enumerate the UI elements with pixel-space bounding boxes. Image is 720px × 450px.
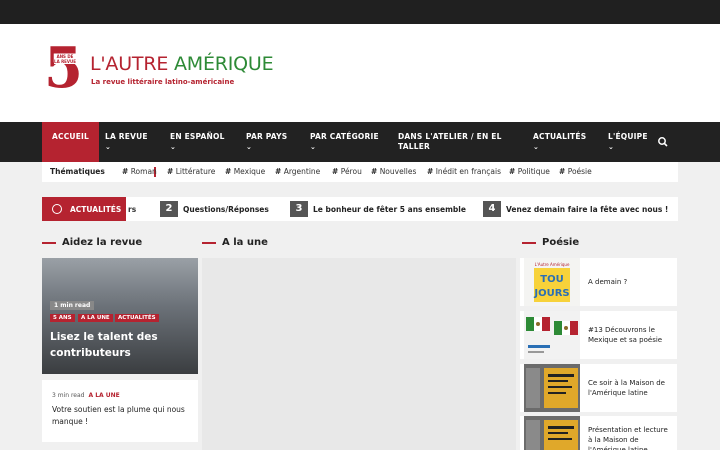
nav-item-la-revue[interactable]: LA REVUE ⌄	[105, 122, 148, 162]
chevron-down-icon: ⌄	[608, 143, 615, 151]
tag-roman[interactable]: # Roman	[122, 167, 157, 176]
logo-badge: ANS DE LA REVUE	[54, 54, 76, 64]
site-logo[interactable]: 5 ANS DE LA REVUE L'AUTRE AMÉRIQUE La re…	[44, 35, 274, 102]
svg-text:JOURS: JOURS	[533, 288, 569, 299]
top-bar	[0, 0, 720, 24]
ticker-item[interactable]: Questions/Réponses	[183, 205, 269, 214]
ticker-item[interactable]: Venez demain faire la fête avec nous !	[506, 205, 668, 214]
logo-title-part1: L'AUTRE	[90, 53, 174, 75]
section-marker	[42, 242, 56, 244]
poesie-item[interactable]: #13 Découvrons le Mexique et sa poésie	[520, 311, 677, 359]
poesie-thumbnail	[524, 311, 580, 359]
logo-title: L'AUTRE AMÉRIQUE	[90, 53, 274, 75]
tag-politique[interactable]: # Politique	[509, 167, 550, 176]
article-card[interactable]: 3 min read A LA UNE Votre soutien est la …	[42, 380, 198, 442]
logo-title-part2: AMÉRIQUE	[173, 53, 274, 75]
poesie-title[interactable]: Ce soir à la Maison de l'Amérique latine	[588, 364, 674, 412]
nav-label: ACTUALITÉS	[533, 132, 587, 141]
poesie-thumbnail: L'Autre Amérique TOU JOURS	[524, 258, 580, 306]
section-marker	[522, 242, 536, 244]
chevron-down-icon: ⌄	[105, 143, 112, 151]
tag-inedit[interactable]: # Inédit en français	[427, 167, 501, 176]
tag-mexique[interactable]: # Mexique	[225, 167, 265, 176]
main-nav: ACCUEIL LA REVUE ⌄ EN ESPAÑOL ⌄ PAR PAYS…	[0, 122, 720, 162]
ticker-number: 4	[483, 201, 501, 217]
feature-card-title[interactable]: Lisez le talent des contributeurs	[50, 329, 190, 361]
ticker-number: 2	[160, 201, 178, 217]
article-card-title[interactable]: Votre soutien est la plume qui nous manq…	[52, 404, 192, 428]
nav-item-en-espanol[interactable]: EN ESPAÑOL ⌄	[170, 122, 225, 162]
nav-label: PAR PAYS	[246, 132, 288, 141]
nav-label: EN ESPAÑOL	[170, 132, 225, 141]
chevron-down-icon: ⌄	[310, 143, 317, 151]
news-ticker: ACTUALITÉS rs 2 Questions/Réponses 3 Le …	[42, 197, 678, 221]
featured-image-placeholder[interactable]	[202, 258, 516, 450]
section-marker	[202, 242, 216, 244]
ticker-item[interactable]: Le bonheur de fêter 5 ans ensemble	[313, 205, 466, 214]
chevron-down-icon: ⌄	[170, 143, 177, 151]
nav-label: LA REVUE	[105, 132, 148, 141]
ticker-label: ACTUALITÉS	[42, 197, 126, 221]
nav-label: ACCUEIL	[52, 132, 89, 141]
chevron-down-icon: ⌄	[533, 143, 540, 151]
section-title-aidez: Aidez la revue	[62, 237, 143, 248]
svg-text:TOU: TOU	[540, 274, 563, 285]
nav-label: L'ÉQUIPE	[608, 132, 648, 141]
tag-litterature[interactable]: # Littérature	[167, 167, 215, 176]
nav-label: DANS L'ATELIER / EN EL TALLER	[398, 132, 502, 151]
ticker-fragment: rs	[128, 205, 137, 214]
tag-argentine[interactable]: # Argentine	[275, 167, 320, 176]
poesie-thumbnail	[524, 364, 580, 412]
poesie-title[interactable]: A demain ?	[588, 258, 674, 306]
read-time-badge: 1 min read	[50, 301, 95, 310]
nav-item-equipe[interactable]: L'ÉQUIPE ⌄	[608, 122, 648, 162]
nav-item-atelier[interactable]: DANS L'ATELIER / EN EL TALLER	[398, 122, 502, 162]
category-label: A LA UNE	[88, 392, 120, 399]
record-icon	[52, 204, 62, 214]
poesie-item[interactable]: Présentation et lecture à la Maison de l…	[520, 416, 677, 450]
nav-item-accueil[interactable]: ACCUEIL	[42, 122, 99, 162]
section-title-poesie: Poésie	[542, 237, 580, 248]
section-title-une: A la une	[222, 237, 268, 248]
chevron-down-icon: ⌄	[246, 143, 253, 151]
poesie-thumbnail	[524, 416, 580, 450]
category-badge[interactable]: 5 ANS	[50, 314, 75, 322]
logo-tagline: La revue littéraire latino-américaine	[91, 78, 235, 86]
nav-item-actualites[interactable]: ACTUALITÉS ⌄	[533, 122, 586, 162]
poesie-item[interactable]: Ce soir à la Maison de l'Amérique latine	[520, 364, 677, 412]
tag-poesie[interactable]: # Poésie	[559, 167, 592, 176]
svg-text:L'Autre Amérique: L'Autre Amérique	[535, 262, 570, 267]
nav-item-par-pays[interactable]: PAR PAYS ⌄	[246, 122, 287, 162]
tag-nouvelles[interactable]: # Nouvelles	[371, 167, 416, 176]
thematiques-bar: Thématiques # Roman # Littérature # Mexi…	[42, 162, 678, 182]
read-time: 3 min read A LA UNE	[52, 392, 120, 399]
poesie-title[interactable]: Présentation et lecture à la Maison de l…	[588, 416, 674, 450]
feature-card[interactable]: 1 min read 5 ANS A LA UNE ACTUALITÉS Lis…	[42, 258, 198, 374]
site-header: 5 ANS DE LA REVUE L'AUTRE AMÉRIQUE La re…	[0, 24, 720, 122]
category-badge[interactable]: ACTUALITÉS	[115, 314, 159, 322]
poesie-item[interactable]: L'Autre Amérique TOU JOURS A demain ?	[520, 258, 677, 306]
logo-number: 5	[44, 35, 83, 101]
category-badge[interactable]: A LA UNE	[78, 314, 113, 322]
tag-perou[interactable]: # Pérou	[332, 167, 362, 176]
nav-item-par-categorie[interactable]: PAR CATÉGORIE ⌄	[310, 122, 379, 162]
nav-label: PAR CATÉGORIE	[310, 132, 379, 141]
poesie-title[interactable]: #13 Découvrons le Mexique et sa poésie	[588, 311, 674, 359]
thematiques-label: Thématiques	[50, 167, 105, 176]
search-icon[interactable]	[656, 135, 670, 149]
ticker-number: 3	[290, 201, 308, 217]
